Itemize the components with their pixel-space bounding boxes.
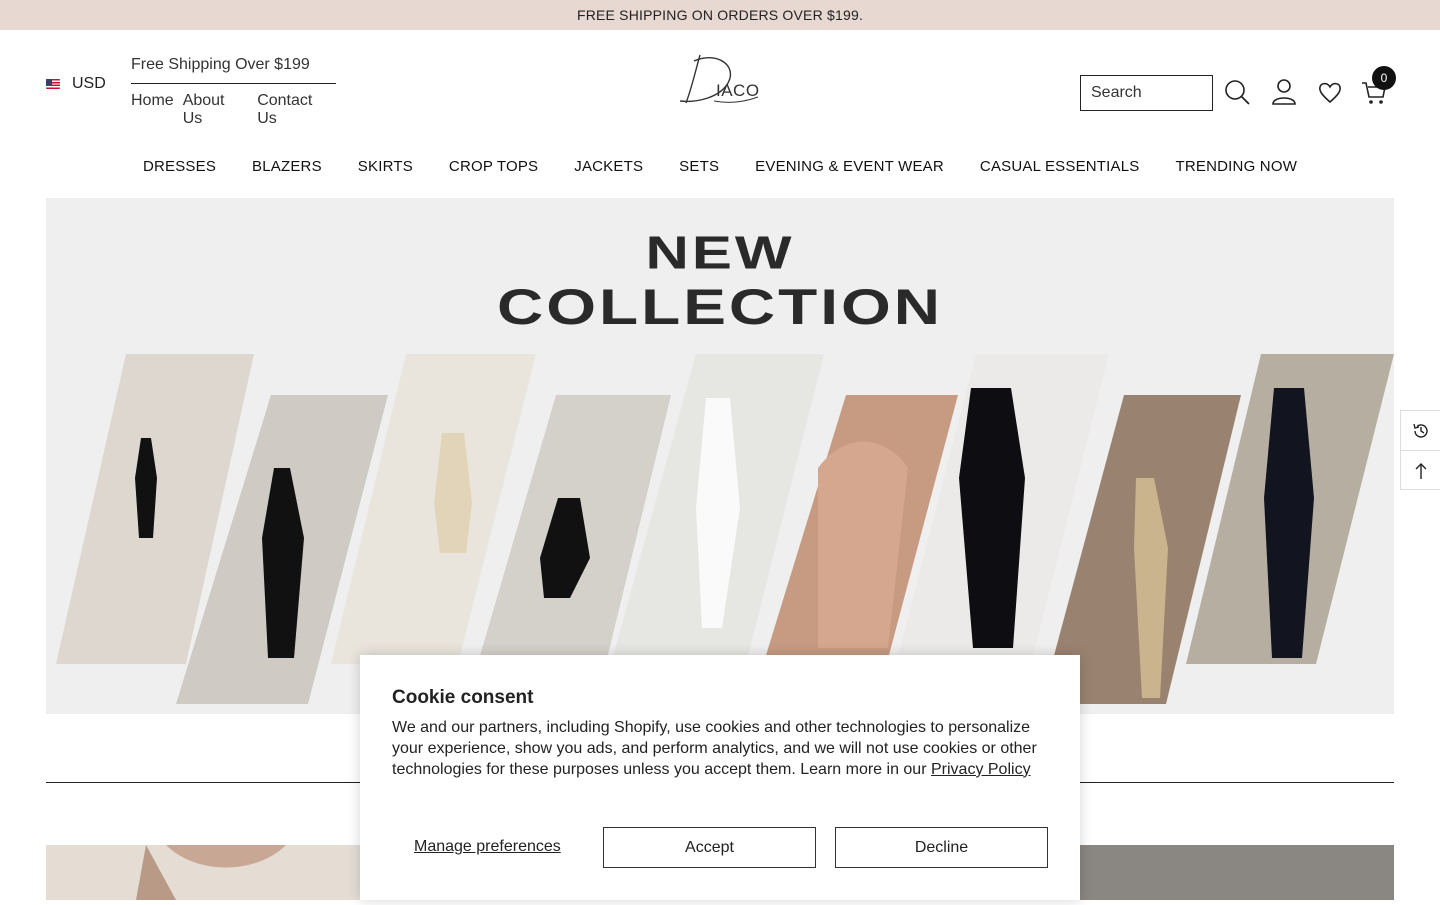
header-links: Home About Us Contact Us — [131, 84, 336, 128]
decline-button[interactable]: Decline — [835, 827, 1048, 868]
cookie-title: Cookie consent — [392, 687, 534, 708]
main-nav: DRESSES BLAZERS SKIRTS CROP TOPS JACKETS… — [0, 158, 1440, 175]
svg-text:IACO: IACO — [716, 81, 760, 100]
brand-logo[interactable]: IACO — [676, 47, 764, 109]
promo-image-right[interactable] — [1080, 845, 1394, 900]
cookie-actions: Manage preferences Accept Decline — [392, 827, 1048, 868]
account-icon[interactable] — [1270, 78, 1298, 106]
nav-dresses[interactable]: DRESSES — [143, 158, 216, 175]
hero-collage — [56, 354, 1394, 704]
cookie-consent-dialog: Cookie consent We and our partners, incl… — [360, 655, 1080, 900]
cart-count-badge: 0 — [1372, 66, 1396, 90]
hero-banner[interactable]: NEW COLLECTION — [46, 198, 1394, 714]
arrow-up-icon — [1415, 463, 1426, 479]
home-link[interactable]: Home — [131, 92, 174, 128]
nav-jackets[interactable]: JACKETS — [574, 158, 643, 175]
announcement-bar: FREE SHIPPING ON ORDERS OVER $199. — [0, 0, 1440, 30]
currency-selector[interactable]: USD — [46, 75, 106, 93]
search-input[interactable]: Search — [1080, 75, 1213, 111]
history-icon — [1412, 423, 1428, 438]
nav-skirts[interactable]: SKIRTS — [358, 158, 413, 175]
nav-casual-essentials[interactable]: CASUAL ESSENTIALS — [980, 158, 1140, 175]
nav-blazers[interactable]: BLAZERS — [252, 158, 322, 175]
manage-preferences-link[interactable]: Manage preferences — [414, 838, 561, 856]
back-to-top-button[interactable] — [1401, 451, 1440, 491]
about-us-link[interactable]: About Us — [183, 92, 249, 128]
wishlist-heart-icon[interactable] — [1316, 78, 1344, 106]
promo-image-left[interactable] — [46, 845, 360, 900]
currency-label: USD — [72, 75, 106, 92]
search-icon[interactable] — [1223, 78, 1251, 106]
nav-trending-now[interactable]: TRENDING NOW — [1176, 158, 1298, 175]
contact-us-link[interactable]: Contact Us — [257, 92, 336, 128]
accept-button[interactable]: Accept — [603, 827, 816, 868]
shipping-notice: Free Shipping Over $199 — [131, 56, 336, 84]
recently-viewed-button[interactable] — [1401, 411, 1440, 451]
cookie-body: We and our partners, including Shopify, … — [392, 718, 1048, 780]
side-tools — [1400, 410, 1440, 490]
promo-left-art — [136, 845, 286, 900]
nav-evening-event-wear[interactable]: EVENING & EVENT WEAR — [755, 158, 944, 175]
nav-crop-tops[interactable]: CROP TOPS — [449, 158, 538, 175]
nav-sets[interactable]: SETS — [679, 158, 719, 175]
announcement-text: FREE SHIPPING ON ORDERS OVER $199. — [576, 7, 864, 23]
header-info: Free Shipping Over $199 Home About Us Co… — [131, 56, 336, 128]
us-flag-icon — [46, 79, 60, 89]
privacy-policy-link[interactable]: Privacy Policy — [931, 761, 1031, 778]
